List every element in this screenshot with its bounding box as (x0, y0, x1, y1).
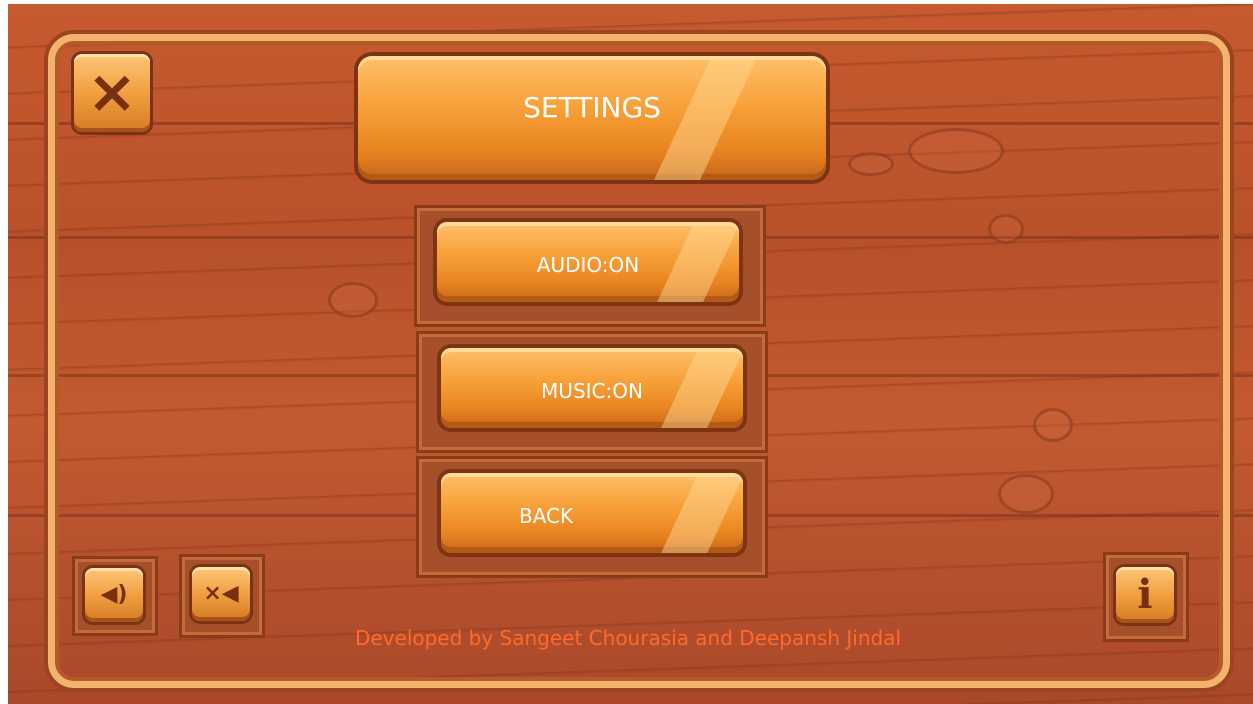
audio-toggle-button[interactable]: AUDIO:ON (437, 222, 739, 302)
back-button-holder: BACK (416, 456, 768, 578)
back-label: BACK (519, 504, 574, 528)
music-toggle-label: MUSIC:ON (541, 379, 643, 403)
mute-icon: ×◀ (203, 581, 239, 606)
info-icon: i (1137, 571, 1153, 618)
title-label: SETTINGS (523, 91, 661, 124)
audio-toggle-label: AUDIO:ON (536, 253, 640, 277)
mute-button[interactable]: ×◀ (192, 567, 250, 621)
info-button[interactable]: i (1116, 567, 1174, 623)
close-icon: × (86, 57, 138, 127)
close-button[interactable]: × (74, 54, 150, 132)
sound-on-holder: ◀) (72, 556, 158, 636)
speaker-icon: ◀) (100, 582, 128, 607)
sound-off-holder: ×◀ (179, 554, 265, 638)
music-button-holder: MUSIC:ON (416, 331, 768, 453)
page-title: SETTINGS (358, 56, 826, 180)
developer-credit: Developed by Sangeet Chourasia and Deepa… (354, 626, 902, 650)
info-holder: i (1103, 552, 1189, 642)
sound-on-button[interactable]: ◀) (85, 568, 143, 622)
game-settings-screen: × SETTINGS AUDIO:ON MUSIC:ON BACK ◀) ×◀ (8, 4, 1253, 704)
audio-button-holder: AUDIO:ON (414, 205, 766, 327)
back-button[interactable]: BACK (441, 473, 743, 553)
music-toggle-button[interactable]: MUSIC:ON (441, 348, 743, 428)
